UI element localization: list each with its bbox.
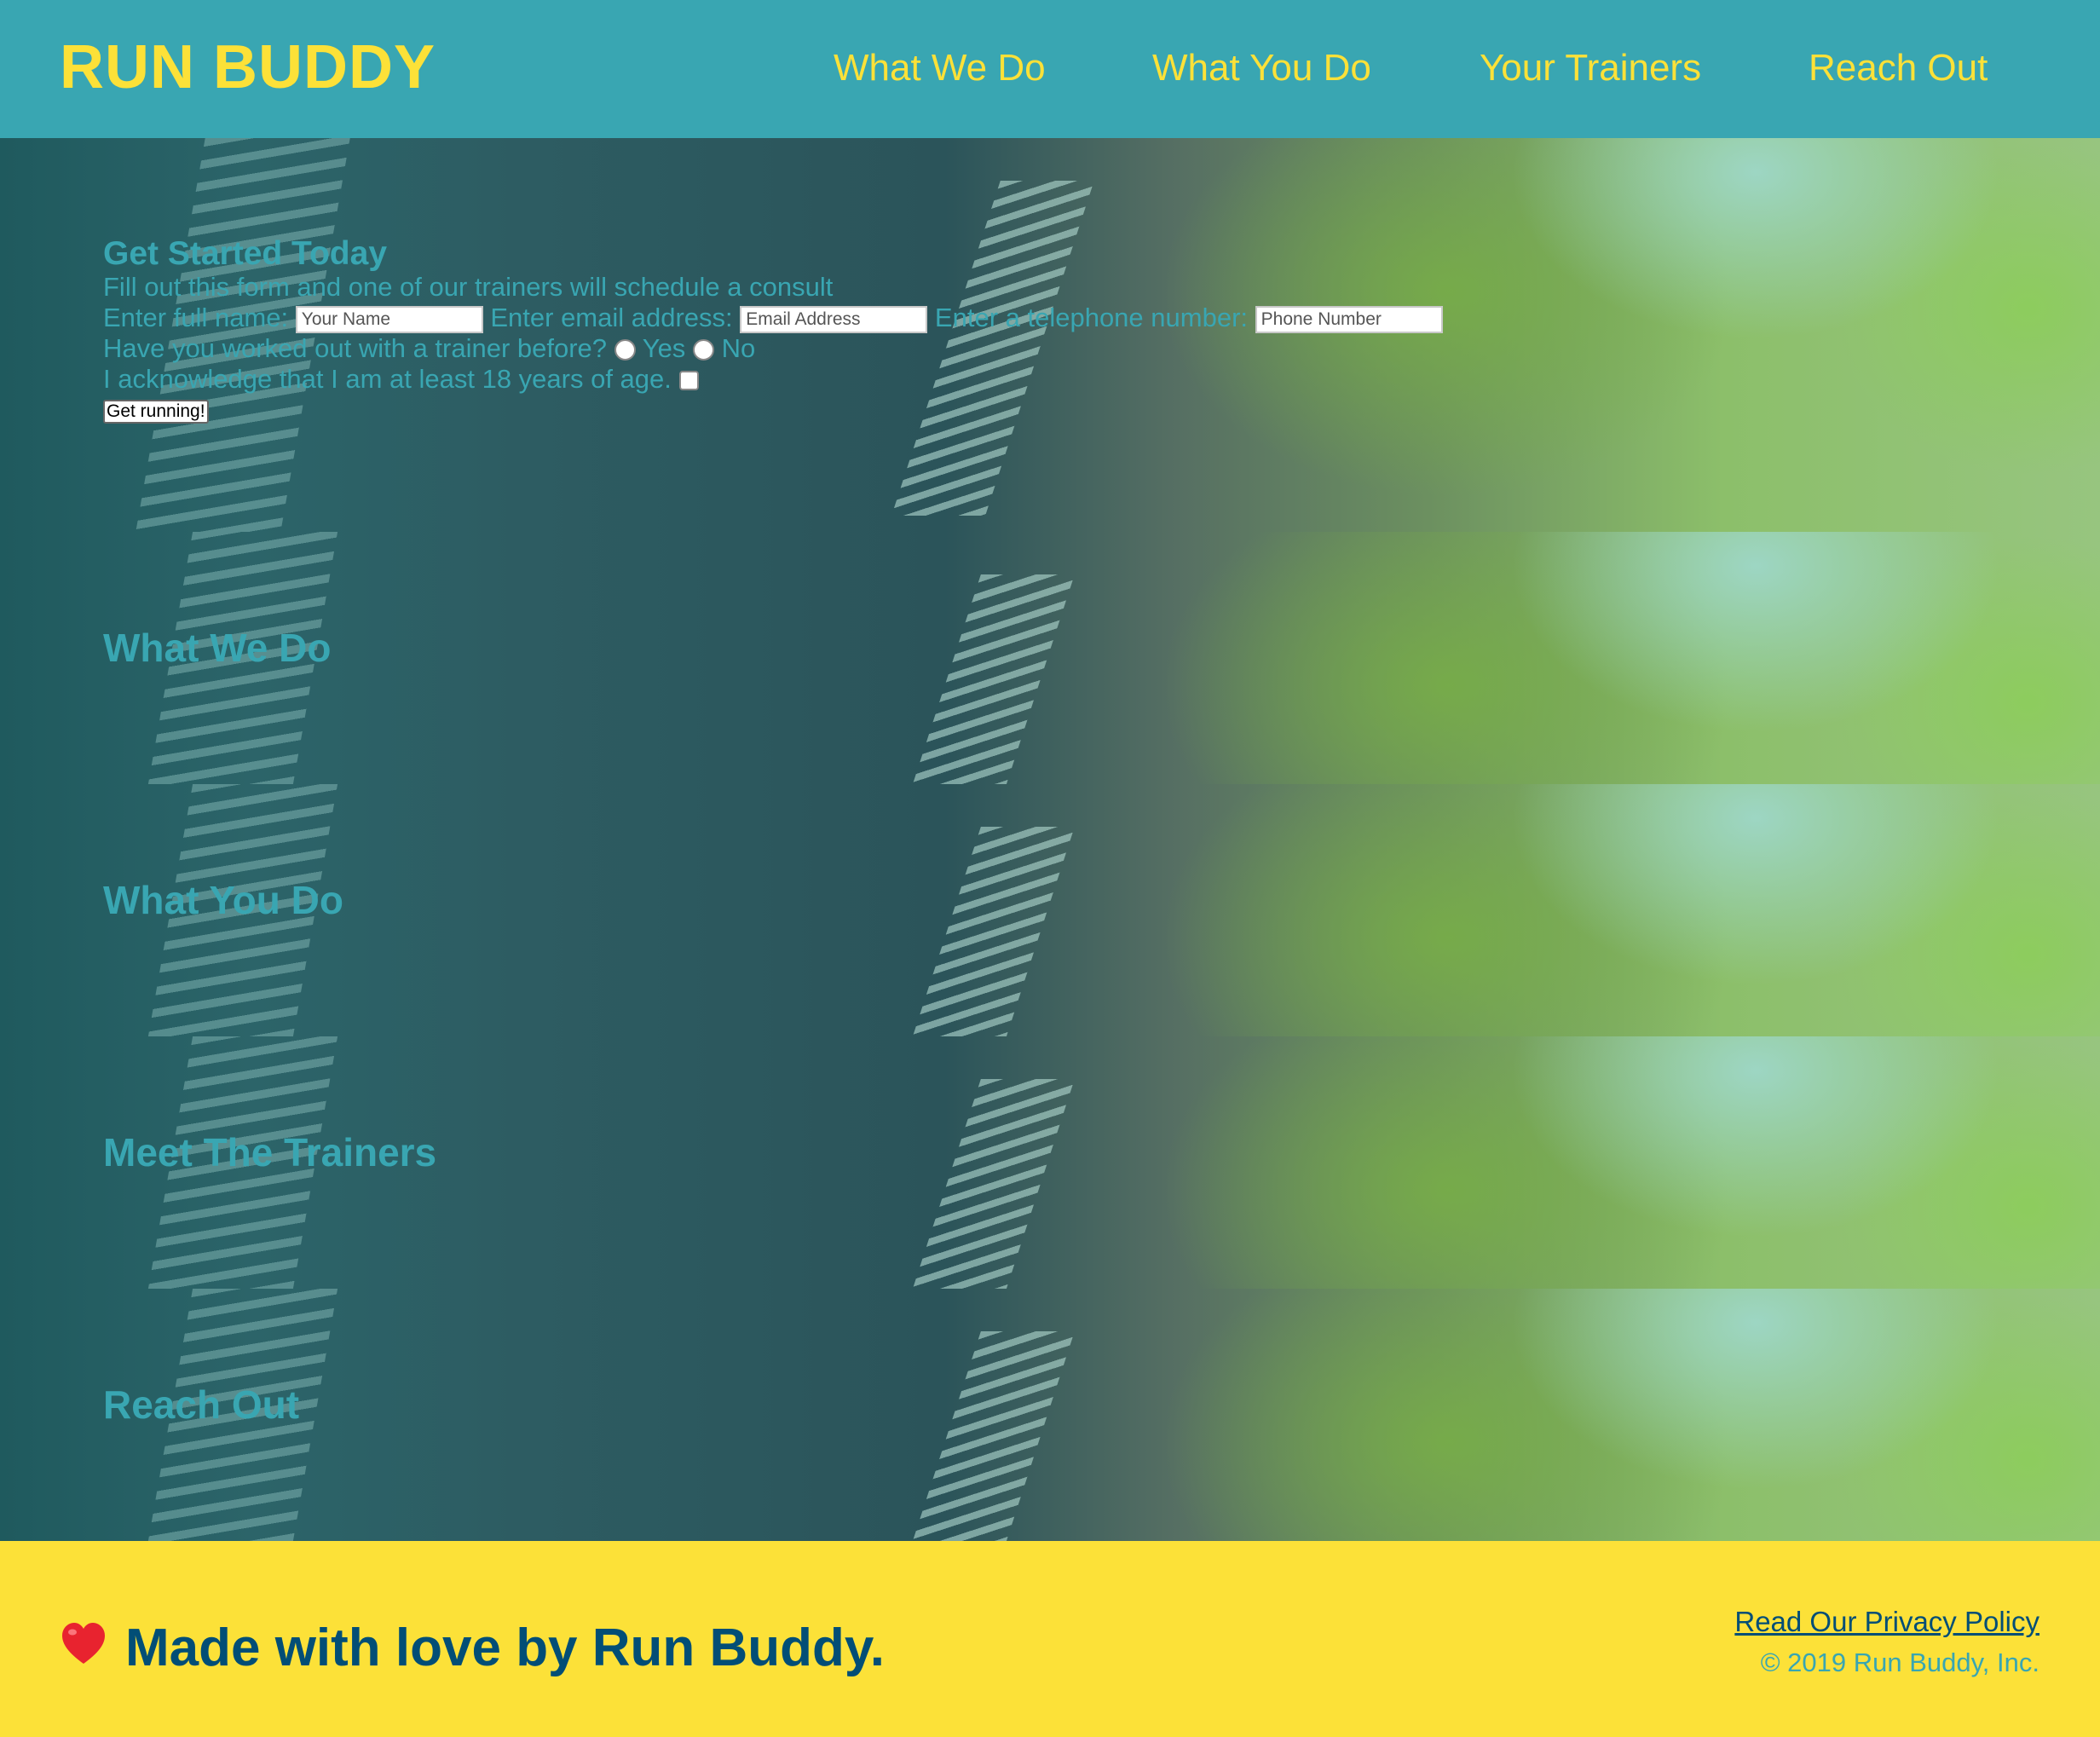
form-subtitle: Fill out this form and one of our traine…	[103, 272, 834, 302]
site-header: RUN BUDDY What We Do What You Do Your Tr…	[0, 0, 2100, 138]
heart-icon	[62, 1623, 105, 1664]
yes-label: Yes	[642, 333, 686, 363]
footer-message: Made with love by Run Buddy.	[125, 1619, 886, 1677]
name-input[interactable]	[295, 305, 483, 333]
content-area: Get Started Today Fill out this form and…	[0, 138, 2100, 1541]
submit-button[interactable]: Get running!	[103, 400, 209, 424]
acknowledge-label: I acknowledge that I am at least 18 year…	[103, 364, 672, 394]
nav-link-what-we-do[interactable]: What We Do	[834, 43, 1046, 94]
form-title: Get Started Today	[103, 235, 388, 272]
email-label: Enter email address:	[490, 303, 733, 332]
age-checkbox[interactable]	[678, 371, 699, 391]
section-heading-what-we-do: What We Do	[103, 626, 332, 670]
name-label: Enter full name:	[103, 303, 289, 332]
section-reach-out: Reach Out	[0, 1289, 2100, 1541]
no-radio[interactable]	[692, 339, 714, 361]
acknowledge-row: I acknowledge that I am at least 18 year…	[103, 364, 1443, 395]
phone-input[interactable]	[1255, 305, 1443, 333]
section-heading-meet-the-trainers: Meet The Trainers	[103, 1130, 437, 1174]
site-footer: Made with love by Run Buddy. Read Our Pr…	[0, 1541, 2100, 1737]
privacy-policy-link[interactable]: Read Our Privacy Policy	[1734, 1605, 2039, 1639]
section-meet-the-trainers: Meet The Trainers	[0, 1036, 2100, 1289]
hero-section: Get Started Today Fill out this form and…	[0, 138, 2100, 532]
section-what-you-do: What You Do	[0, 784, 2100, 1036]
phone-label: Enter a telephone number:	[934, 303, 1249, 332]
copyright-text: © 2019 Run Buddy, Inc.	[1760, 1648, 2039, 1677]
section-what-we-do: What We Do	[0, 532, 2100, 784]
submit-row: Get running!	[103, 395, 1443, 424]
nav-link-what-you-do[interactable]: What You Do	[1152, 43, 1371, 94]
trainer-question-label: Have you worked out with a trainer befor…	[103, 333, 608, 363]
site-logo[interactable]: RUN BUDDY	[60, 29, 436, 106]
section-heading-reach-out: Reach Out	[103, 1382, 300, 1427]
nav-link-reach-out[interactable]: Reach Out	[1809, 43, 1988, 94]
contact-fields-row: Enter full name: Enter email address: En…	[103, 303, 1443, 333]
email-input[interactable]	[740, 305, 928, 333]
yes-radio[interactable]	[614, 339, 636, 361]
no-label: No	[721, 333, 756, 363]
section-heading-what-you-do: What You Do	[103, 878, 343, 922]
signup-form: Get Started Today Fill out this form and…	[103, 236, 1443, 424]
trainer-question-row: Have you worked out with a trainer befor…	[103, 333, 1443, 364]
nav-link-your-trainers[interactable]: Your Trainers	[1480, 43, 1701, 94]
